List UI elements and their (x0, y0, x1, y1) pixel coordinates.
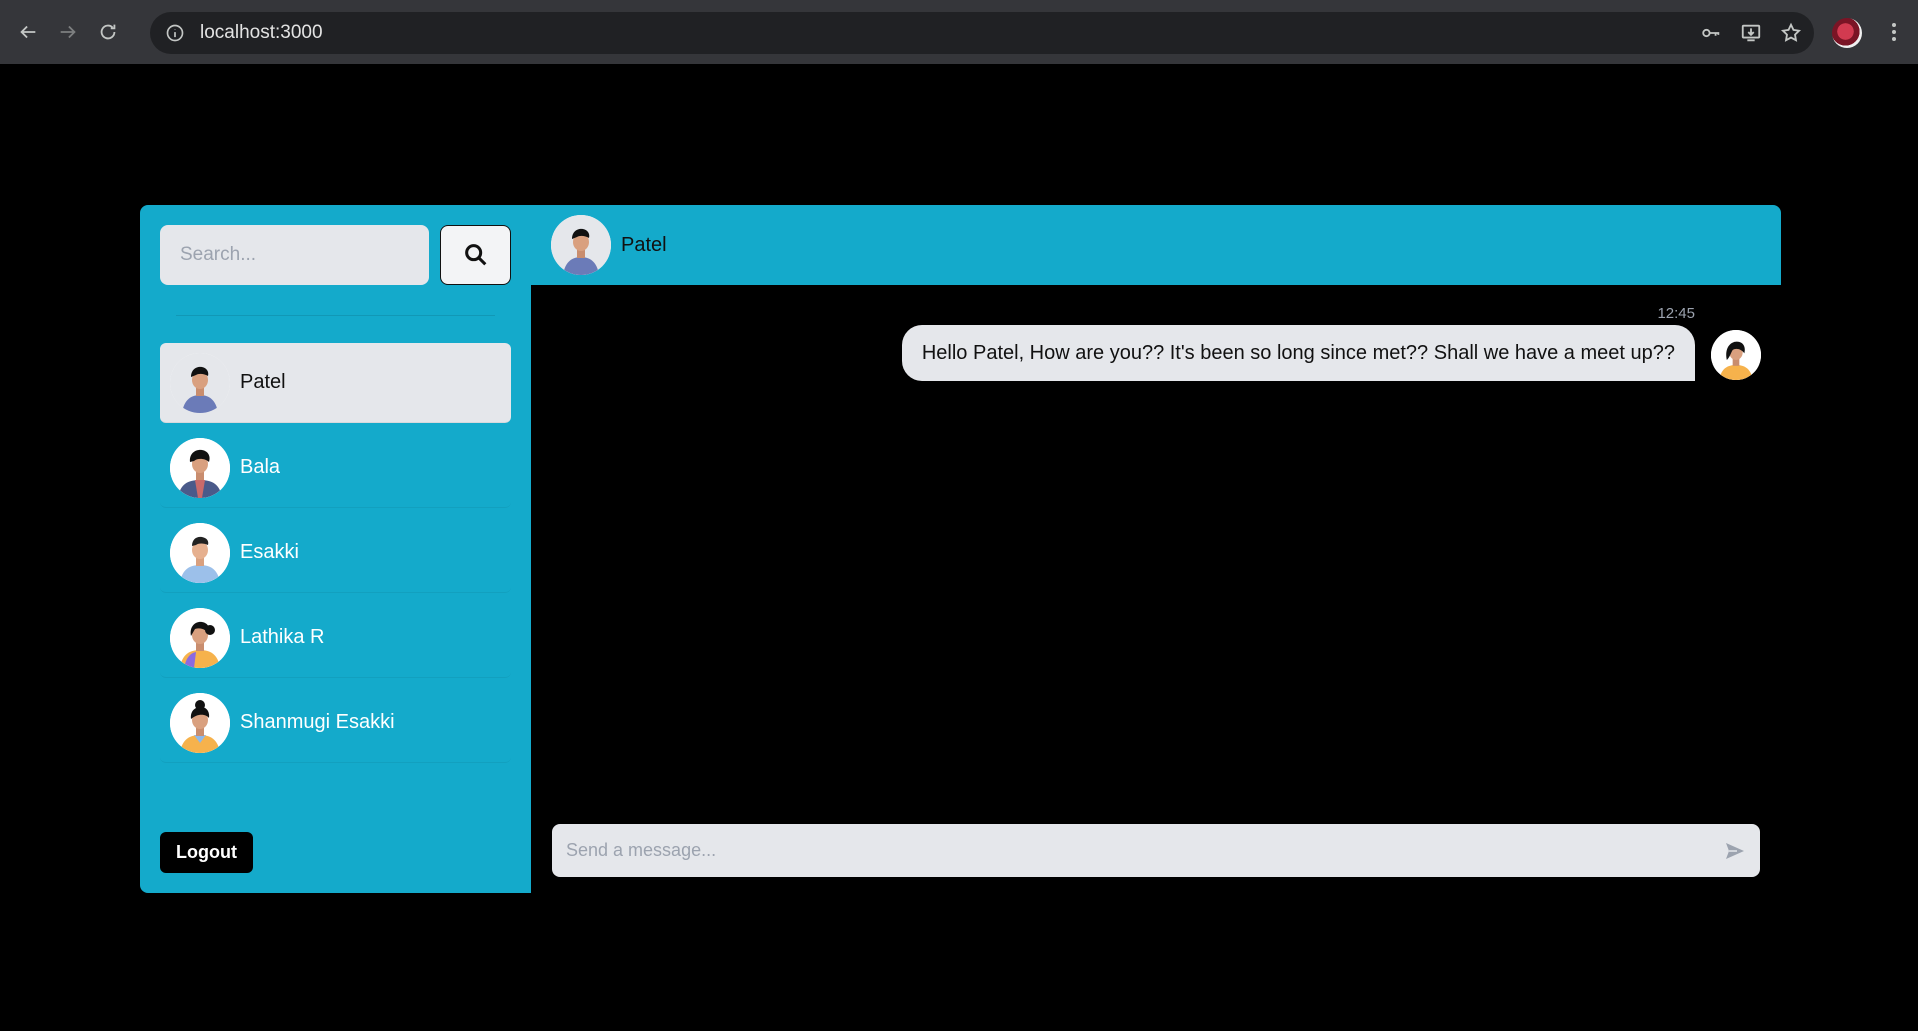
chat-header: Patel (531, 205, 1781, 285)
message-input[interactable] (552, 824, 1710, 877)
avatar (170, 352, 230, 413)
avatar (170, 692, 230, 753)
logout-button[interactable]: Logout (160, 832, 253, 873)
search-input[interactable] (160, 225, 429, 285)
contact-name: Esakki (240, 541, 299, 563)
avatar (170, 522, 230, 583)
message-timestamp: 12:45 (1657, 305, 1695, 322)
forward-arrow-icon (60, 25, 76, 39)
message-bubble: Hello Patel, How are you?? It's been so … (901, 325, 1695, 381)
url-text: localhost:3000 (200, 22, 323, 43)
contact-name: Bala (240, 456, 281, 478)
contact-item-shanmugi-esakki[interactable]: Shanmugi Esakki (160, 683, 511, 763)
contact-item-esakki[interactable]: Esakki (160, 513, 511, 593)
woman-avatar-icon (170, 692, 230, 753)
woman-avatar-icon (1711, 330, 1761, 380)
back-arrow-icon (20, 25, 36, 39)
contact-item-patel[interactable]: Patel (160, 343, 511, 423)
site-info-icon[interactable] (164, 22, 186, 44)
message-text: Hello Patel, How are you?? It's been so … (921, 341, 1675, 364)
contact-name: Lathika R (240, 626, 325, 648)
search-icon (464, 244, 486, 266)
chat-header-name: Patel (621, 233, 667, 256)
contact-name: Shanmugi Esakki (240, 711, 395, 733)
search-row (160, 225, 511, 285)
send-button[interactable] (1710, 824, 1760, 877)
divider (176, 315, 495, 316)
sidebar: Patel Bala Esakki Lathika R Shanmugi Esa… (140, 205, 531, 893)
man-avatar-icon (170, 522, 230, 583)
chat-panel: Patel 12:45 Hello Patel, How are you?? I… (531, 205, 1781, 893)
search-button[interactable] (440, 225, 511, 285)
sender-avatar (1711, 330, 1761, 380)
back-button[interactable] (8, 12, 48, 52)
chat-app: Patel Bala Esakki Lathika R Shanmugi Esa… (140, 205, 1781, 893)
message-list: 12:45 Hello Patel, How are you?? It's be… (531, 285, 1781, 893)
avatar (170, 607, 230, 668)
avatar (170, 437, 230, 498)
man-avatar-icon (551, 215, 611, 275)
profile-avatar[interactable] (1832, 18, 1862, 48)
message-composer (552, 824, 1760, 877)
password-key-icon[interactable] (1700, 22, 1722, 44)
woman-avatar-icon (170, 607, 230, 668)
browser-menu-icon[interactable] (1882, 20, 1906, 49)
send-icon (1726, 842, 1744, 859)
contact-name: Patel (240, 371, 286, 393)
address-bar[interactable]: localhost:3000 (150, 12, 1814, 54)
contact-item-lathika-r[interactable]: Lathika R (160, 598, 511, 678)
bookmark-star-icon[interactable] (1780, 22, 1802, 44)
man-avatar-icon (170, 437, 230, 498)
chat-header-avatar (551, 215, 611, 275)
reload-icon (100, 24, 116, 40)
reload-button[interactable] (88, 12, 128, 52)
contact-item-bala[interactable]: Bala (160, 428, 511, 508)
install-app-icon[interactable] (1740, 22, 1762, 44)
browser-toolbar: localhost:3000 (0, 0, 1918, 64)
man-avatar-icon (170, 352, 230, 413)
forward-button[interactable] (48, 12, 88, 52)
